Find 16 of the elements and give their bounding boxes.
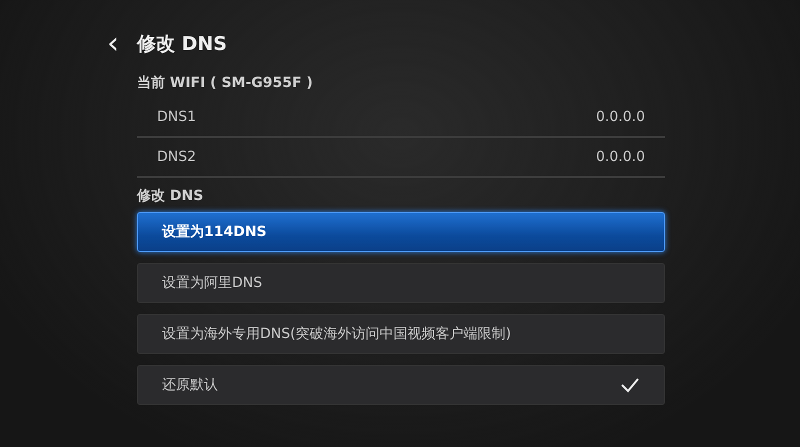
page-title: 修改 DNS (137, 32, 227, 57)
option-label: 设置为海外专用DNS(突破海外访问中国视频客户端限制) (162, 325, 512, 343)
dns-value: 0.0.0.0 (596, 149, 645, 165)
section-title: 当前 WIFI ( SM-G955F ) (137, 74, 314, 93)
section-title: 修改 DNS (137, 187, 204, 206)
option-label: 设置为114DNS (162, 223, 267, 241)
option-label: 还原默认 (162, 376, 218, 394)
option-button[interactable]: 设置为阿里DNS (137, 263, 665, 303)
option-label: 设置为阿里DNS (162, 274, 262, 292)
option-button[interactable]: 设置为114DNS (137, 212, 665, 252)
dns-label: DNS2 (157, 149, 196, 165)
option-button[interactable]: 设置为海外专用DNS(突破海外访问中国视频客户端限制) (137, 314, 665, 354)
dns-value: 0.0.0.0 (596, 109, 645, 125)
dns-label: DNS1 (157, 109, 196, 125)
back-icon[interactable]: ‹ (107, 29, 125, 59)
option-button[interactable]: 还原默认 (137, 365, 665, 405)
